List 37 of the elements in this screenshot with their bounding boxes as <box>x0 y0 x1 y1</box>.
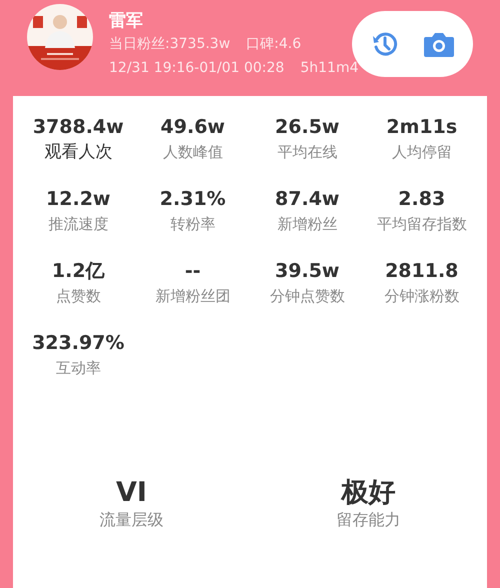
metric-value: 323.97% <box>31 331 126 356</box>
rating-label: 流量层级 <box>98 510 164 530</box>
duration-text: 5h11m4 <box>300 59 358 78</box>
metric-label: 人均停留 <box>390 142 453 163</box>
rating-value: 极好 <box>340 476 396 510</box>
metric-label: 互动率 <box>54 358 102 379</box>
metric-label: 观看人次 <box>43 141 114 164</box>
fans-count: 当日粉丝:3735.3w <box>109 35 230 54</box>
metric-label: 新增粉丝团 <box>154 286 232 307</box>
metric-value: 1.2亿 <box>50 259 106 284</box>
metric-value: 3788.4w <box>32 115 125 140</box>
metric-value: 12.2w <box>45 187 112 212</box>
metric-label: 新增粉丝 <box>276 214 338 235</box>
metric-label: 转粉率 <box>169 214 216 235</box>
time-range: 12/31 19:16-01/01 00:28 <box>109 59 284 78</box>
metric-value: 87.4w <box>274 187 340 212</box>
metric-label: 推流速度 <box>47 214 110 235</box>
metric-value: 26.5w <box>274 115 340 140</box>
history-icon[interactable] <box>370 30 398 58</box>
rating-value: VI <box>115 476 148 510</box>
camera-icon[interactable] <box>422 30 454 58</box>
streamer-name: 雷军 <box>109 10 144 32</box>
metric-value: 49.6w <box>160 115 226 140</box>
metric-value: 2.83 <box>397 187 446 212</box>
metric-value: 2m11s <box>385 115 458 140</box>
metric-value: -- <box>184 259 202 284</box>
rating-text: 口碑:4.6 <box>246 35 302 54</box>
metric-label: 分钟涨粉数 <box>383 286 460 307</box>
metric-label: 平均在线 <box>276 142 338 163</box>
metric-label: 平均留存指数 <box>376 214 468 235</box>
metric-label: 人数峰值 <box>162 142 224 163</box>
metric-value: 2.31% <box>158 187 227 212</box>
rating-label: 留存能力 <box>336 510 402 530</box>
metric-value: 2811.8 <box>384 259 460 284</box>
metric-value: 39.5w <box>274 259 340 284</box>
metric-label: 点赞数 <box>54 286 102 307</box>
metric-label: 分钟点赞数 <box>268 286 346 307</box>
